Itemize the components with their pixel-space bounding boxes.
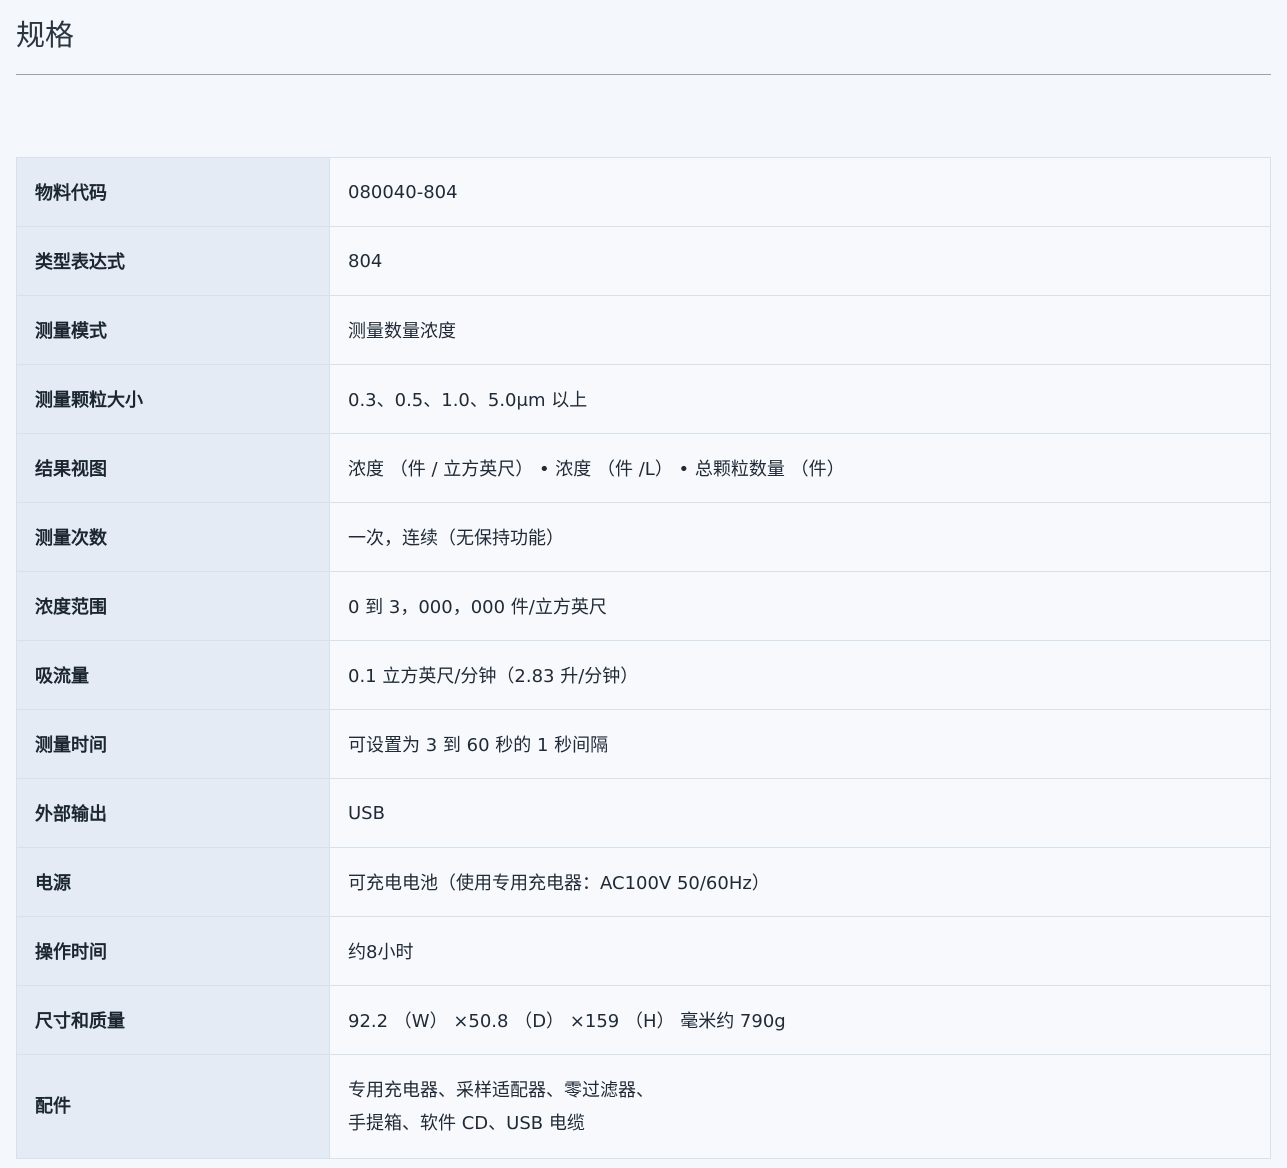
- spec-value: 一次，连续（无保持功能）: [329, 502, 1271, 572]
- spec-value: 可充电电池（使用专用充电器：AC100V 50/60Hz）: [329, 847, 1271, 917]
- spec-value-line: 手提箱、软件 CD、USB 电缆: [348, 1112, 585, 1134]
- spec-row-material-code: 物料代码 080040-804: [16, 157, 1271, 227]
- spec-value: 专用充电器、采样适配器、零过滤器、 手提箱、软件 CD、USB 电缆: [329, 1054, 1271, 1159]
- spec-row-result-view: 结果视图 浓度 （件 / 立方英尺） • 浓度 （件 /L） • 总颗粒数量 （…: [16, 433, 1271, 503]
- spec-table: 物料代码 080040-804 类型表达式 804 测量模式 测量数量浓度 测量…: [16, 157, 1271, 1159]
- spec-value: 0.1 立方英尺/分钟（2.83 升/分钟）: [329, 640, 1271, 710]
- spec-value: 可设置为 3 到 60 秒的 1 秒间隔: [329, 709, 1271, 779]
- page-title: 规格: [16, 18, 75, 52]
- spec-value: USB: [329, 778, 1271, 848]
- spec-value: 804: [329, 226, 1271, 296]
- spec-value: 浓度 （件 / 立方英尺） • 浓度 （件 /L） • 总颗粒数量 （件）: [329, 433, 1271, 503]
- spec-value-line: 专用充电器、采样适配器、零过滤器、: [348, 1079, 654, 1101]
- spec-row-measurement-count: 测量次数 一次，连续（无保持功能）: [16, 502, 1271, 572]
- spec-value: 约8小时: [329, 916, 1271, 986]
- spec-label: 物料代码: [16, 157, 330, 227]
- spec-value: 0.3、0.5、1.0、5.0μm 以上: [329, 364, 1271, 434]
- spec-label: 浓度范围: [16, 571, 330, 641]
- spec-row-external-output: 外部输出 USB: [16, 778, 1271, 848]
- spec-row-accessories: 配件 专用充电器、采样适配器、零过滤器、 手提箱、软件 CD、USB 电缆: [16, 1054, 1271, 1159]
- spec-label: 外部输出: [16, 778, 330, 848]
- spec-value: 0 到 3，000，000 件/立方英尺: [329, 571, 1271, 641]
- spec-row-power-supply: 电源 可充电电池（使用专用充电器：AC100V 50/60Hz）: [16, 847, 1271, 917]
- spec-label: 结果视图: [16, 433, 330, 503]
- spec-row-measurement-time: 测量时间 可设置为 3 到 60 秒的 1 秒间隔: [16, 709, 1271, 779]
- spec-label: 测量颗粒大小: [16, 364, 330, 434]
- spec-value: 080040-804: [329, 157, 1271, 227]
- spec-value: 92.2 （W） ×50.8 （D） ×159 （H） 毫米约 790g: [329, 985, 1271, 1055]
- spec-label: 操作时间: [16, 916, 330, 986]
- spec-row-concentration-range: 浓度范围 0 到 3，000，000 件/立方英尺: [16, 571, 1271, 641]
- spec-label: 尺寸和质量: [16, 985, 330, 1055]
- spec-row-dimensions-mass: 尺寸和质量 92.2 （W） ×50.8 （D） ×159 （H） 毫米约 79…: [16, 985, 1271, 1055]
- spec-row-flow-rate: 吸流量 0.1 立方英尺/分钟（2.83 升/分钟）: [16, 640, 1271, 710]
- spec-value: 测量数量浓度: [329, 295, 1271, 365]
- spec-row-particle-size: 测量颗粒大小 0.3、0.5、1.0、5.0μm 以上: [16, 364, 1271, 434]
- page-header: 规格: [16, 0, 1271, 75]
- spec-row-operating-time: 操作时间 约8小时: [16, 916, 1271, 986]
- spec-label: 配件: [16, 1054, 330, 1159]
- spec-row-type: 类型表达式 804: [16, 226, 1271, 296]
- spec-label: 测量次数: [16, 502, 330, 572]
- spec-row-measurement-mode: 测量模式 测量数量浓度: [16, 295, 1271, 365]
- spec-label: 吸流量: [16, 640, 330, 710]
- spec-label: 测量时间: [16, 709, 330, 779]
- spec-label: 类型表达式: [16, 226, 330, 296]
- spec-label: 电源: [16, 847, 330, 917]
- spec-label: 测量模式: [16, 295, 330, 365]
